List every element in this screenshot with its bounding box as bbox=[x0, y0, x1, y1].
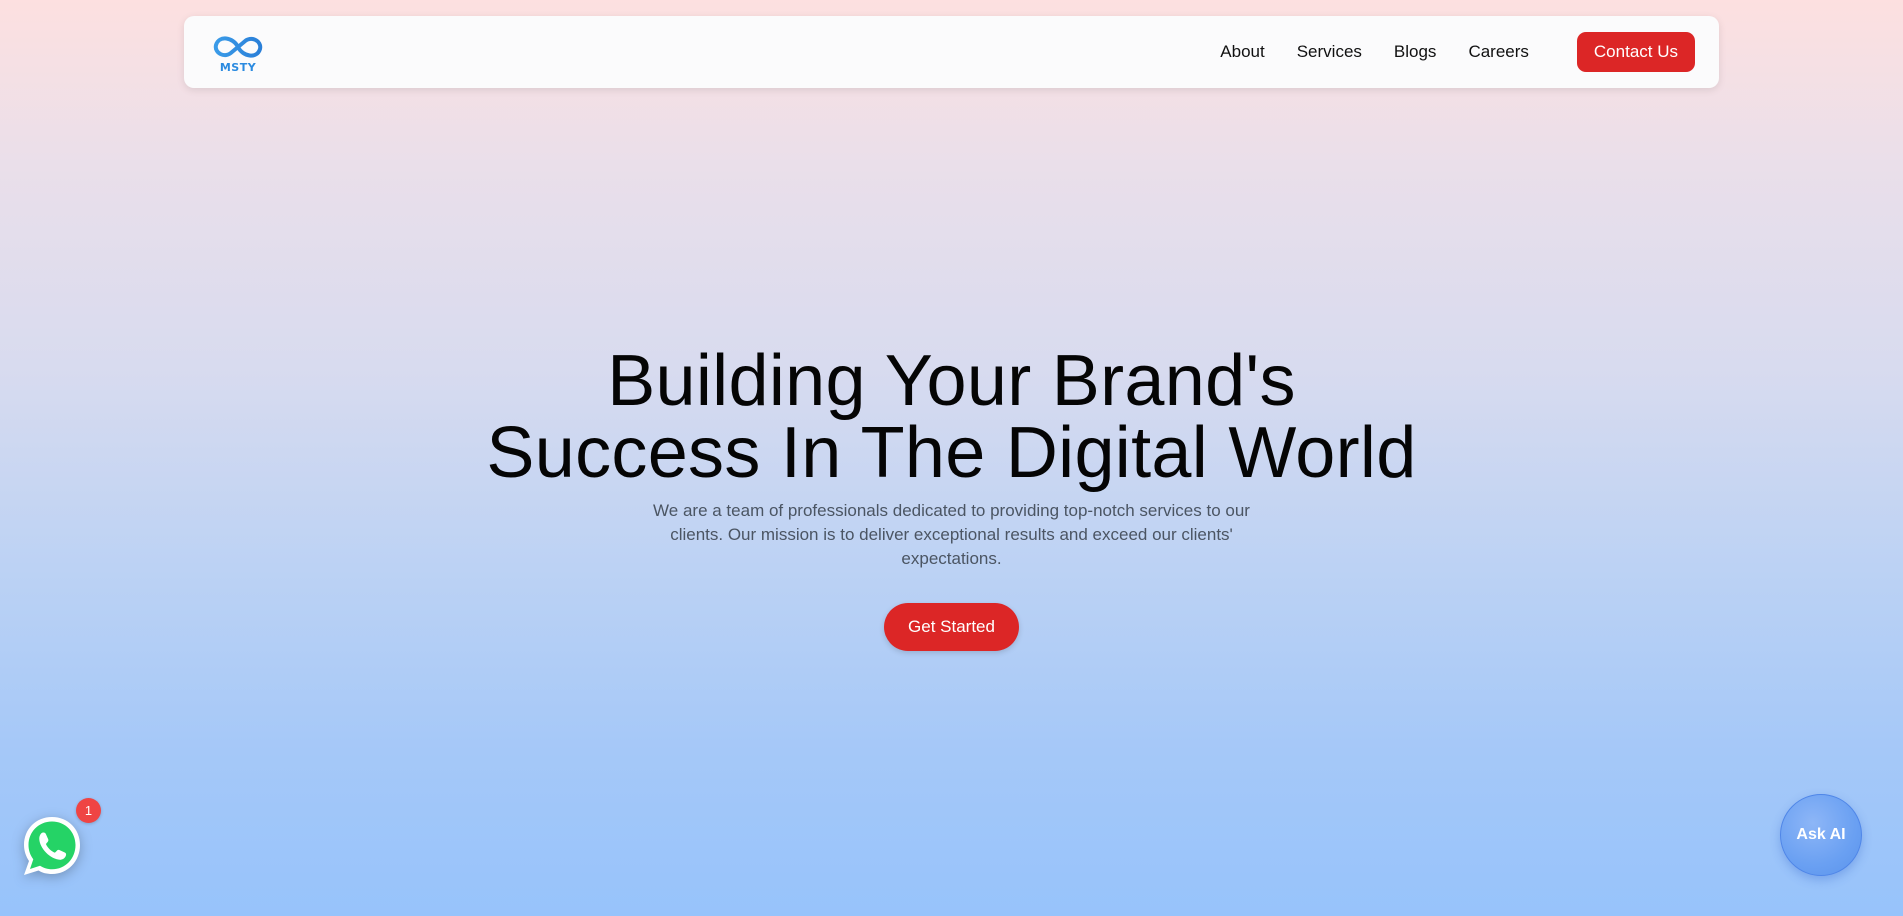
nav-link-about[interactable]: About bbox=[1220, 42, 1264, 62]
infinity-logo-icon bbox=[213, 36, 263, 57]
notification-badge: 1 bbox=[76, 798, 101, 823]
whatsapp-button[interactable] bbox=[20, 814, 84, 878]
logo[interactable]: MSTY bbox=[208, 31, 268, 74]
nav-link-blogs[interactable]: Blogs bbox=[1394, 42, 1437, 62]
navbar: MSTY About Services Blogs Careers Contac… bbox=[184, 16, 1719, 88]
nav-link-careers[interactable]: Careers bbox=[1468, 42, 1528, 62]
get-started-button[interactable]: Get Started bbox=[884, 603, 1019, 651]
main-nav: About Services Blogs Careers Contact Us bbox=[1188, 32, 1695, 72]
hero-section: Building Your Brand's Success In The Dig… bbox=[0, 345, 1903, 651]
whatsapp-icon bbox=[24, 817, 80, 875]
hero-title-line-2: Success In The Digital World bbox=[486, 413, 1417, 493]
contact-us-button[interactable]: Contact Us bbox=[1576, 32, 1695, 72]
ask-ai-button[interactable]: Ask AI bbox=[1780, 794, 1862, 876]
logo-text: MSTY bbox=[219, 60, 257, 74]
hero-subtitle: We are a team of professionals dedicated… bbox=[653, 501, 1250, 568]
hero-title: Building Your Brand's Success In The Dig… bbox=[0, 345, 1903, 489]
hero-title-line-1: Building Your Brand's bbox=[607, 341, 1296, 421]
nav-link-services[interactable]: Services bbox=[1297, 42, 1362, 62]
